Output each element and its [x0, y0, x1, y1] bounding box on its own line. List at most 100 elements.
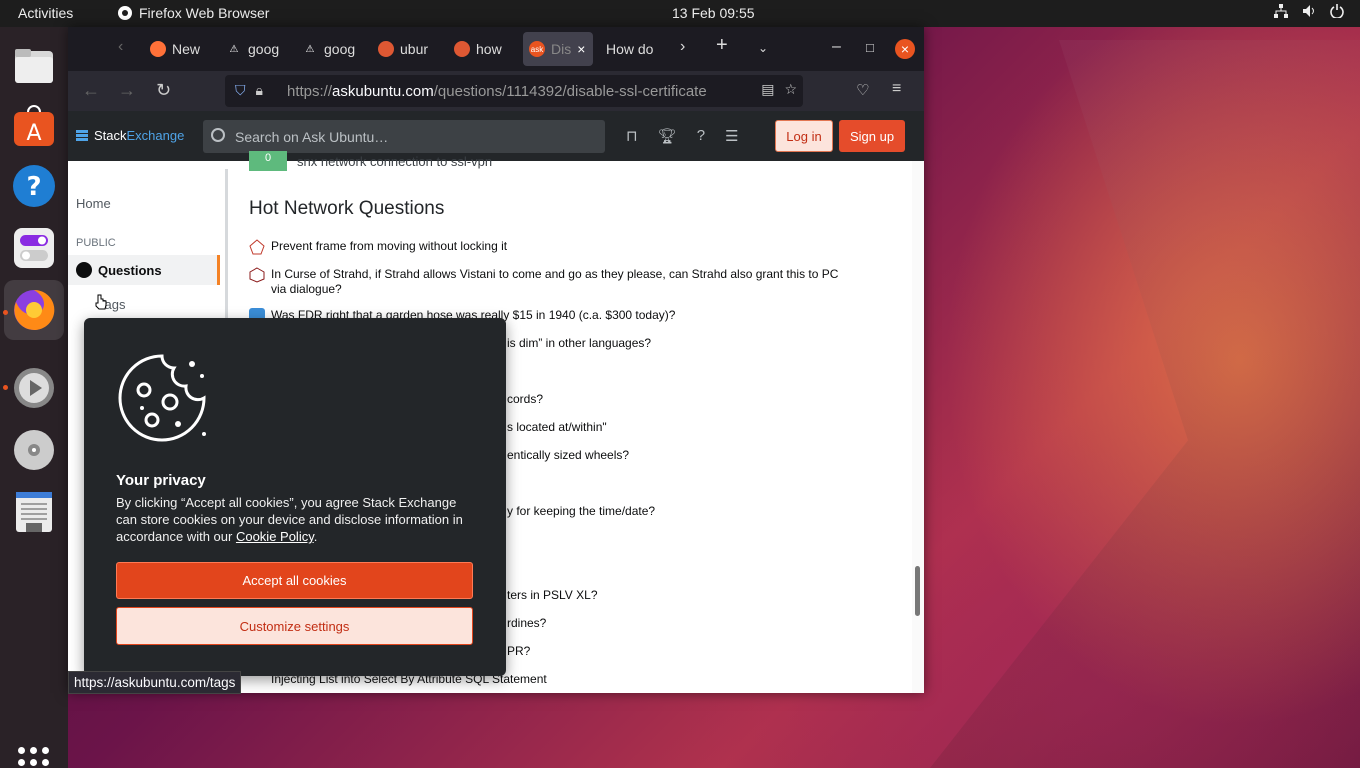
url-host: askubuntu.com: [332, 82, 434, 100]
globe-icon: [76, 262, 92, 278]
nav-questions[interactable]: Questions: [68, 255, 220, 285]
help-icon[interactable]: ?: [11, 163, 57, 209]
related-question-link[interactable]: snx network connection to ssl-vpn: [297, 154, 492, 169]
cookie-policy-link[interactable]: Cookie Policy: [236, 529, 314, 544]
tab-how[interactable]: how: [448, 32, 512, 66]
help-center-icon[interactable]: ?: [697, 127, 705, 145]
vote-count-badge: 0: [249, 151, 287, 171]
list-item[interactable]: rdines?: [507, 616, 924, 631]
tab-ubuntu[interactable]: ubur: [372, 32, 436, 66]
logo-exchange: Exchange: [126, 128, 185, 143]
menu-icon[interactable]: ≡: [892, 80, 901, 98]
tab-google-2[interactable]: ⚠ goog: [296, 32, 360, 66]
question-link: is dim” in other languages?: [507, 336, 652, 350]
tab-how-do[interactable]: How do: [600, 32, 664, 66]
customize-settings-button[interactable]: Customize settings: [116, 607, 473, 645]
minimize-icon[interactable]: –: [832, 38, 841, 56]
clock[interactable]: 13 Feb 09:55: [672, 5, 755, 21]
list-item[interactable]: cords?: [507, 392, 924, 407]
scroll-tabs-right-icon[interactable]: ›: [680, 38, 685, 56]
reader-view-icon[interactable]: ▤: [761, 81, 774, 98]
back-icon[interactable]: ←: [82, 80, 100, 101]
lock-icon[interactable]: 🔒︎: [256, 82, 263, 99]
scroll-tabs-left-icon[interactable]: ‹: [118, 38, 123, 56]
question-link: ters in PSLV XL?: [507, 588, 598, 602]
duckduckgo-icon: [378, 41, 394, 57]
app-menu[interactable]: Firefox Web Browser: [117, 5, 269, 21]
system-tray[interactable]: [1274, 4, 1344, 18]
tab-label: How do: [606, 41, 654, 57]
tab-disable-ssl[interactable]: ask Dis ×: [523, 32, 593, 66]
bookmark-star-icon[interactable]: ☆: [784, 81, 797, 98]
power-icon: [1330, 4, 1344, 18]
search-input[interactable]: Search on Ask Ubuntu…: [203, 120, 605, 153]
shield-icon[interactable]: ⛉: [235, 82, 246, 99]
login-button[interactable]: Log in: [775, 120, 833, 152]
volume-icon: [1303, 5, 1314, 17]
hand-cursor-icon: [95, 294, 107, 310]
pocket-icon[interactable]: ♡: [856, 81, 869, 99]
firefox-icon: [118, 6, 132, 20]
forward-icon[interactable]: →: [118, 80, 136, 101]
close-tab-icon[interactable]: ×: [577, 41, 585, 57]
svg-text:A: A: [26, 121, 41, 146]
list-item[interactable]: Prevent frame from moving without lockin…: [249, 239, 841, 255]
question-link: In Curse of Strahd, if Strahd allows Vis…: [271, 267, 839, 296]
page-scrollbar[interactable]: [912, 161, 924, 693]
askubuntu-icon: ask: [529, 41, 545, 57]
svg-text:?: ?: [26, 172, 41, 202]
tab-label: New: [172, 41, 201, 57]
warning-icon: ⚠: [305, 43, 315, 55]
list-item[interactable]: PR?: [507, 644, 924, 659]
signup-button[interactable]: Sign up: [839, 120, 905, 152]
activities-button[interactable]: Activities: [18, 5, 73, 21]
settings-toggle-icon[interactable]: [11, 225, 57, 271]
list-item[interactable]: entically sized wheels?: [507, 448, 924, 463]
dvd-icon[interactable]: [11, 427, 57, 473]
tab-new[interactable]: New: [144, 32, 208, 66]
tab-label: goog: [324, 41, 356, 57]
firefox-icon: [150, 41, 166, 57]
search-placeholder: Search on Ask Ubuntu…: [235, 128, 389, 145]
app-center-icon[interactable]: A: [11, 103, 57, 149]
firefox-dock-icon[interactable]: [4, 280, 64, 340]
achievements-icon[interactable]: 🏆︎: [658, 127, 677, 145]
reload-icon[interactable]: ↻: [156, 80, 171, 101]
new-tab-icon[interactable]: +: [716, 34, 728, 57]
tab-google-1[interactable]: ⚠ goog: [220, 32, 284, 66]
site-switcher-icon[interactable]: ☰: [725, 127, 738, 145]
tab-label: goog: [248, 41, 280, 57]
site-icon: [249, 267, 265, 283]
question-link: entically sized wheels?: [507, 448, 630, 462]
app-name: Firefox Web Browser: [139, 5, 270, 21]
stackexchange-logo[interactable]: StackExchange: [76, 128, 184, 143]
rhythmbox-icon[interactable]: [11, 365, 57, 411]
list-item[interactable]: s located at/within": [507, 420, 924, 435]
privacy-text: By clicking “Accept all cookies”, you ag…: [116, 494, 476, 545]
list-item[interactable]: y for keeping the time/date?: [507, 504, 924, 519]
question-link: y for keeping the time/date?: [507, 504, 656, 518]
related-question[interactable]: 0 snx network connection to ssl-vpn: [249, 151, 492, 171]
stackexchange-icon: [76, 129, 88, 141]
list-item[interactable]: is dim” in other languages?: [507, 336, 924, 351]
warning-icon: ⚠: [229, 43, 239, 55]
scrollbar-thumb[interactable]: [915, 566, 920, 616]
list-tabs-icon[interactable]: ⌄: [758, 41, 768, 55]
question-link: rdines?: [507, 616, 547, 630]
privacy-period: .: [313, 529, 318, 544]
close-window-icon[interactable]: ×: [895, 39, 915, 59]
nav-home[interactable]: Home: [76, 196, 111, 211]
show-apps-icon[interactable]: [18, 747, 50, 768]
files-icon[interactable]: [11, 43, 57, 89]
text-editor-icon[interactable]: [11, 489, 57, 535]
maximize-icon[interactable]: □: [866, 40, 874, 55]
list-item[interactable]: In Curse of Strahd, if Strahd allows Vis…: [249, 267, 841, 297]
navigation-bar: ← → ↻ ⛉ 🔒︎ https://askubuntu.com/questio…: [68, 71, 924, 111]
network-icon: [1274, 4, 1288, 18]
list-item[interactable]: ters in PSLV XL?: [507, 588, 924, 603]
question-link: cords?: [507, 392, 544, 406]
url-bar[interactable]: ⛉ 🔒︎ https://askubuntu.com/questions/111…: [225, 75, 803, 107]
inbox-icon[interactable]: ⊓: [626, 127, 638, 145]
accept-all-cookies-button[interactable]: Accept all cookies: [116, 562, 473, 599]
search-icon: [211, 128, 225, 142]
